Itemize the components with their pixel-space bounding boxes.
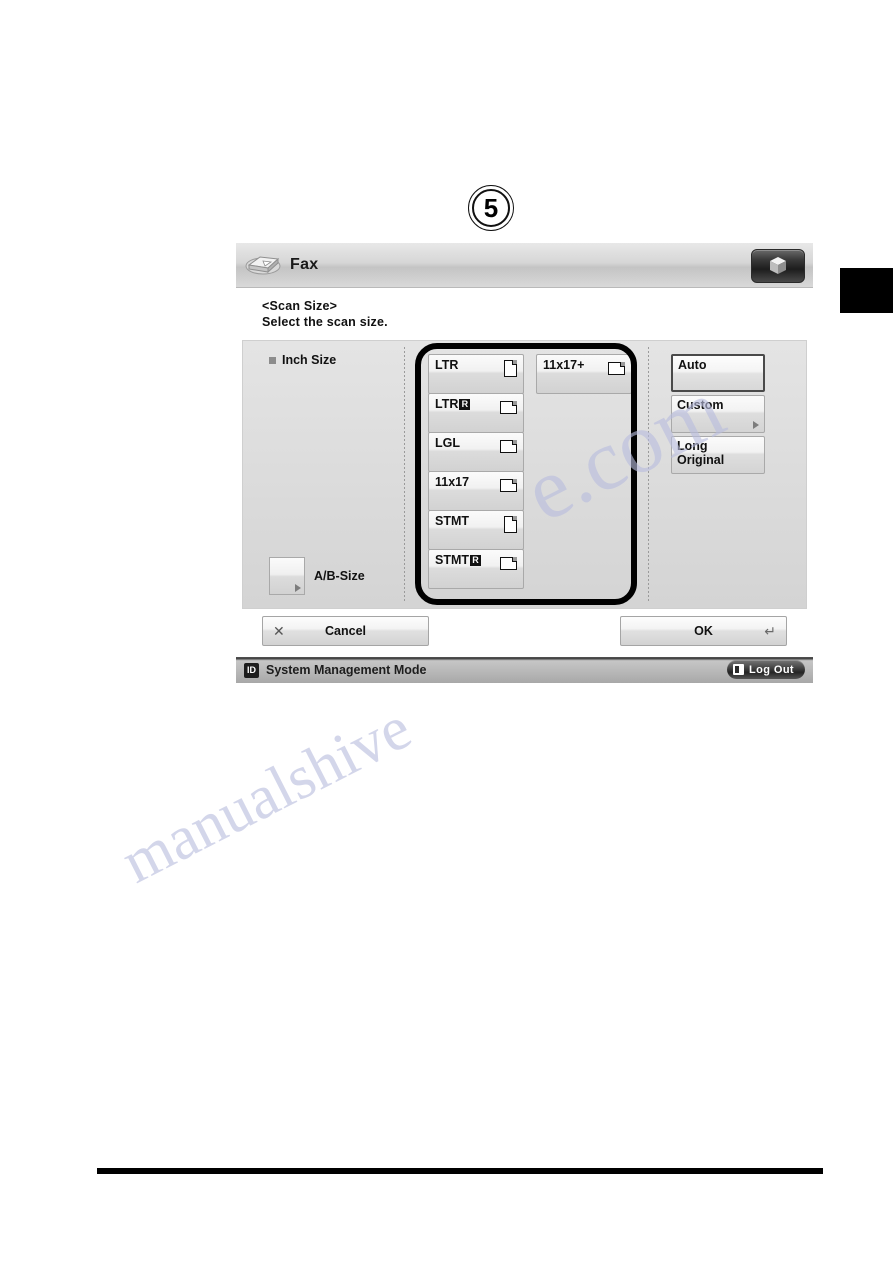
size-button-ltr-r[interactable]: LTR R [428, 393, 524, 433]
paper-landscape-icon [500, 479, 517, 492]
cancel-button[interactable]: ✕ Cancel [262, 616, 429, 646]
size-button-11x17-label: 11x17 [435, 475, 470, 489]
log-out-label: Log Out [749, 663, 794, 676]
size-button-ltr-label: LTR [435, 358, 459, 372]
size-button-stmt-r-label: STMT R [435, 553, 482, 567]
enter-arrow-icon: ↵ [764, 623, 776, 639]
3d-cube-icon[interactable] [751, 249, 805, 283]
ok-button[interactable]: OK ↵ [620, 616, 787, 646]
system-management-mode-text: System Management Mode [266, 663, 427, 677]
paper-landscape-icon [500, 557, 517, 570]
paper-portrait-icon [504, 360, 517, 377]
device-screen: Fax <Scan Size> Select the scan size. In… [236, 243, 813, 688]
inch-size-label-text: Inch Size [282, 353, 337, 367]
ok-button-label: OK [694, 624, 713, 638]
screen-title-bar: Fax [236, 243, 813, 288]
step-number-badge: 5 [468, 185, 514, 231]
size-button-11x17-plus-label: 11x17+ [543, 358, 585, 372]
group-bullet-icon [269, 356, 276, 364]
option-button-custom-label: Custom [677, 398, 724, 412]
page-bottom-rule [97, 1168, 823, 1174]
size-button-11x17[interactable]: 11x17 [428, 471, 524, 511]
paper-portrait-icon [504, 516, 517, 533]
ab-size-button[interactable] [269, 557, 305, 595]
option-button-long-original-label: Long Original [677, 439, 725, 467]
fax-machine-icon [244, 251, 284, 279]
close-x-icon: ✕ [273, 623, 285, 639]
size-button-stmt-r-text: STMT [435, 553, 470, 567]
page-edge-tab [840, 268, 893, 313]
size-button-lgl-label: LGL [435, 436, 460, 450]
size-button-stmt[interactable]: STMT [428, 510, 524, 550]
log-out-button[interactable]: Log Out [727, 660, 805, 679]
option-button-custom[interactable]: Custom [671, 395, 765, 433]
instruction-prompt: Select the scan size. [262, 315, 388, 329]
option-button-auto[interactable]: Auto [671, 354, 765, 392]
instruction-block: <Scan Size> Select the scan size. [236, 288, 813, 336]
size-button-stmt-label: STMT [435, 514, 470, 528]
ab-size-switch[interactable]: A/B-Size [269, 557, 365, 595]
panel-divider-left [404, 347, 405, 602]
size-button-ltr-r-text: LTR [435, 397, 459, 411]
ab-size-label: A/B-Size [314, 569, 365, 583]
id-badge-icon: ID [244, 662, 259, 678]
paper-landscape-icon [608, 362, 625, 375]
size-button-ltr-r-label: LTR R [435, 397, 471, 411]
rotated-badge-icon: R [470, 554, 482, 566]
watermark-text-secondary: manualshive [111, 693, 422, 897]
panel-divider-right [648, 347, 649, 602]
cancel-button-label: Cancel [325, 624, 366, 638]
size-button-stmt-r[interactable]: STMT R [428, 549, 524, 589]
chevron-right-icon [753, 421, 759, 429]
option-button-long-original[interactable]: Long Original [671, 436, 765, 474]
screen-title: Fax [290, 256, 319, 273]
paper-landscape-icon [500, 401, 517, 414]
size-button-lgl[interactable]: LGL [428, 432, 524, 472]
inch-size-group-label: Inch Size [269, 353, 336, 367]
instruction-heading: <Scan Size> [262, 299, 338, 313]
size-button-ltr[interactable]: LTR [428, 354, 524, 394]
rotated-badge-icon: R [459, 398, 471, 410]
action-button-row: ✕ Cancel OK ↵ [236, 611, 813, 657]
chevron-right-icon [295, 584, 301, 592]
scan-size-panel: Inch Size LTR LTR R LGL 11x17 STMT STMT … [242, 340, 807, 609]
logout-door-icon [733, 664, 745, 675]
option-button-auto-label: Auto [678, 358, 707, 372]
step-number: 5 [483, 193, 499, 223]
size-button-11x17-plus[interactable]: 11x17+ [536, 354, 632, 394]
status-bar: ID System Management Mode Log Out [236, 657, 813, 683]
paper-landscape-icon [500, 440, 517, 453]
